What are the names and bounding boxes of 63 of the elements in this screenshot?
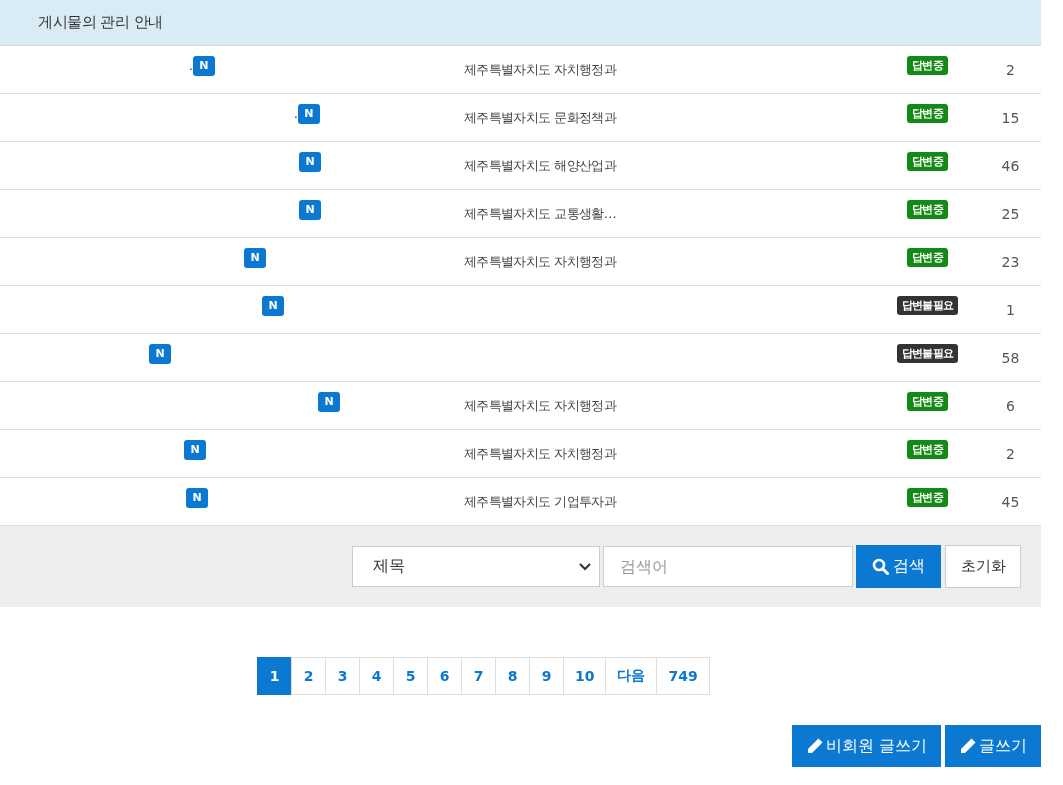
view-count: 15 [1000, 109, 1021, 126]
new-badge: N [318, 391, 340, 412]
status-badge: 답변불필요 [897, 296, 958, 315]
department-text: 제주특별자치도 기업투자과 [462, 492, 618, 511]
view-count: 45 [1000, 493, 1021, 510]
page-link[interactable]: 3 [325, 657, 360, 695]
page-link[interactable]: 1 [257, 657, 292, 695]
status-badge: 답변중 [907, 56, 948, 75]
view-count: 2 [1005, 61, 1016, 78]
page-link[interactable]: 8 [495, 657, 530, 695]
new-badge: N [299, 199, 321, 220]
view-count: 46 [1000, 157, 1021, 174]
new-badge: N [299, 151, 321, 172]
status-badge: 답변중 [907, 248, 948, 267]
view-count: 1 [1005, 301, 1016, 318]
status-badge: 답변중 [907, 104, 948, 123]
search-button[interactable]: 검색 [856, 545, 941, 588]
post-title[interactable]: . [294, 106, 298, 121]
new-badge: N [186, 487, 208, 508]
search-type-select[interactable]: 제목 [352, 546, 600, 587]
page-link[interactable]: 4 [359, 657, 394, 695]
status-badge: 답변중 [907, 200, 948, 219]
page-link[interactable]: 2 [291, 657, 326, 695]
view-count: 25 [1000, 205, 1021, 222]
search-input[interactable]: 검색어 [603, 546, 853, 587]
new-badge: N [244, 247, 266, 268]
page-link[interactable]: 10 [563, 657, 607, 695]
department-text: 제주특별자치도 자치행정과 [462, 252, 618, 271]
department-text: 제주특별자치도 해양산업과 [462, 156, 618, 175]
status-badge: 답변중 [907, 440, 948, 459]
page-link[interactable]: 9 [529, 657, 564, 695]
search-icon [872, 558, 889, 575]
view-count: 2 [1005, 445, 1016, 462]
pencil-icon [959, 737, 977, 755]
pencil-icon [805, 737, 824, 755]
status-badge: 답변중 [907, 392, 948, 411]
new-badge: N [262, 295, 284, 316]
status-badge: 답변중 [907, 488, 948, 507]
page-link[interactable]: 6 [427, 657, 462, 695]
new-badge: N [149, 343, 171, 364]
guest-write-button[interactable]: 비회원 글쓰기 [791, 725, 941, 767]
view-count: 6 [1005, 397, 1016, 414]
department-text: 제주특별자치도 자치행정과 [462, 396, 618, 415]
reset-button[interactable]: 초기화 [945, 545, 1021, 588]
new-badge: N [184, 439, 206, 460]
department-text: 제주특별자치도 문화정책과 [462, 108, 618, 127]
view-count: 58 [1000, 349, 1021, 366]
status-badge: 답변중 [907, 152, 948, 171]
view-count: 23 [1000, 253, 1021, 270]
status-badge: 답변불필요 [897, 344, 958, 363]
chevron-down-icon [579, 562, 591, 571]
new-badge: N [192, 55, 215, 76]
page-link[interactable]: 다음 [605, 657, 658, 695]
page-link[interactable]: 7 [461, 657, 496, 695]
post-title[interactable]: . [189, 58, 193, 73]
page-link[interactable]: 749 [656, 657, 710, 695]
department-text: 제주특별자치도 교통생활… [462, 204, 618, 223]
department-text: 제주특별자치도 자치행정과 [462, 60, 618, 79]
write-button[interactable]: 글쓰기 [945, 725, 1041, 767]
section-title: 게시물의 관리 안내 [38, 13, 163, 32]
department-text: 제주특별자치도 자치행정과 [462, 444, 618, 463]
page-link[interactable]: 5 [393, 657, 428, 695]
new-badge: N [297, 103, 320, 124]
